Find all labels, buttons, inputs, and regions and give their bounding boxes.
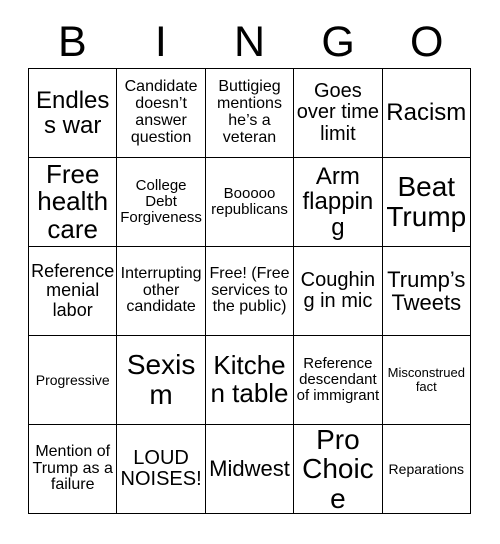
bingo-cell[interactable]: Mention of Trump as a failure — [29, 425, 118, 514]
bingo-cell[interactable]: Reference menial labor — [29, 247, 118, 336]
bingo-cell-label: Mention of Trump as a failure — [32, 442, 113, 494]
bingo-cell[interactable]: Booooo republicans — [205, 158, 295, 247]
bingo-cell-label: Endless war — [36, 86, 110, 139]
bingo-cell[interactable]: Endless war — [29, 69, 118, 158]
bingo-grid: Endless war Candidate doesn’t answer que… — [28, 68, 471, 514]
bingo-cell-label: College Debt Forgiveness — [120, 177, 202, 226]
bingo-cell-label: Reference menial labor — [31, 261, 115, 320]
bingo-cell-label: Midwest — [209, 456, 290, 482]
bingo-cell[interactable]: College Debt Forgiveness — [117, 158, 206, 247]
bingo-header-letter-b: B — [28, 8, 117, 66]
bingo-cell[interactable]: Candidate doesn’t answer question — [117, 69, 206, 158]
bingo-cell[interactable]: Midwest — [205, 425, 295, 514]
bingo-cell-label: LOUD NOISES! — [120, 446, 202, 490]
bingo-cell-label: Buttigieg mentions he’s a veteran — [217, 78, 282, 146]
bingo-cell-label: Reparations — [388, 460, 465, 477]
header-letter-text: N — [233, 18, 266, 66]
bingo-cell[interactable]: Goes over time limit — [294, 69, 383, 158]
bingo-cell-label: Reference descendant of immigrant — [296, 355, 380, 404]
bingo-cell[interactable]: LOUD NOISES! — [117, 425, 206, 514]
bingo-cell-label: Kitchen table — [210, 350, 289, 408]
bingo-cell-label: Sexism — [126, 349, 196, 410]
bingo-cell-label: Arm flapping — [302, 162, 374, 241]
bingo-cell-label: Beat Trump — [386, 171, 467, 232]
bingo-header-letter-i: I — [117, 8, 206, 66]
bingo-cell-label: Interrupting other candidate — [120, 264, 202, 316]
header-letter-text: I — [154, 18, 167, 66]
bingo-cell-label: Coughing in mic — [300, 268, 376, 312]
bingo-cell-label: Trump’s Tweets — [387, 266, 466, 315]
bingo-cell[interactable]: Interrupting other candidate — [117, 247, 206, 336]
bingo-cell[interactable]: Buttigieg mentions he’s a veteran — [205, 69, 295, 158]
bingo-cell-label: Booooo republicans — [211, 185, 288, 218]
bingo-header-row: B I N G O — [28, 8, 471, 66]
bingo-header-letter-o: O — [382, 8, 471, 66]
bingo-cell[interactable]: Free health care — [29, 158, 118, 247]
bingo-cell[interactable]: Reparations — [382, 425, 471, 514]
bingo-cell[interactable]: Progressive — [29, 336, 118, 425]
bingo-cell-label: Progressive — [35, 371, 110, 388]
bingo-cell[interactable]: Beat Trump — [382, 158, 471, 247]
bingo-cell[interactable]: Sexism — [117, 336, 206, 425]
bingo-card: B I N G O Endless war Candidate doesn’t … — [0, 0, 500, 544]
bingo-cell[interactable]: Kitchen table — [205, 336, 295, 425]
bingo-cell-label: Free! (Free services to the public) — [209, 264, 290, 316]
bingo-header-letter-n: N — [205, 8, 294, 66]
bingo-header-letter-g: G — [294, 8, 383, 66]
bingo-cell[interactable]: Misconstrued fact — [382, 336, 471, 425]
bingo-cell[interactable]: Trump’s Tweets — [382, 247, 471, 336]
bingo-cell-label: Free health care — [37, 158, 109, 244]
bingo-cell-label: Racism — [386, 99, 467, 127]
bingo-cell[interactable]: Racism — [382, 69, 471, 158]
bingo-cell[interactable]: Pro Choice — [294, 425, 383, 514]
header-letter-text: B — [57, 18, 87, 66]
bingo-cell-label: Pro Choice — [302, 425, 374, 514]
bingo-cell-label: Misconstrued fact — [387, 365, 465, 394]
bingo-cell[interactable]: Arm flapping — [294, 158, 383, 247]
bingo-cell-free-space[interactable]: Free! (Free services to the public) — [205, 247, 295, 336]
bingo-cell[interactable]: Coughing in mic — [294, 247, 383, 336]
header-letter-text: G — [321, 18, 355, 66]
bingo-cell[interactable]: Reference descendant of immigrant — [294, 336, 383, 425]
bingo-cell-label: Goes over time limit — [296, 80, 380, 145]
bingo-cell-label: Candidate doesn’t answer question — [124, 78, 198, 146]
header-letter-text: O — [409, 18, 444, 66]
